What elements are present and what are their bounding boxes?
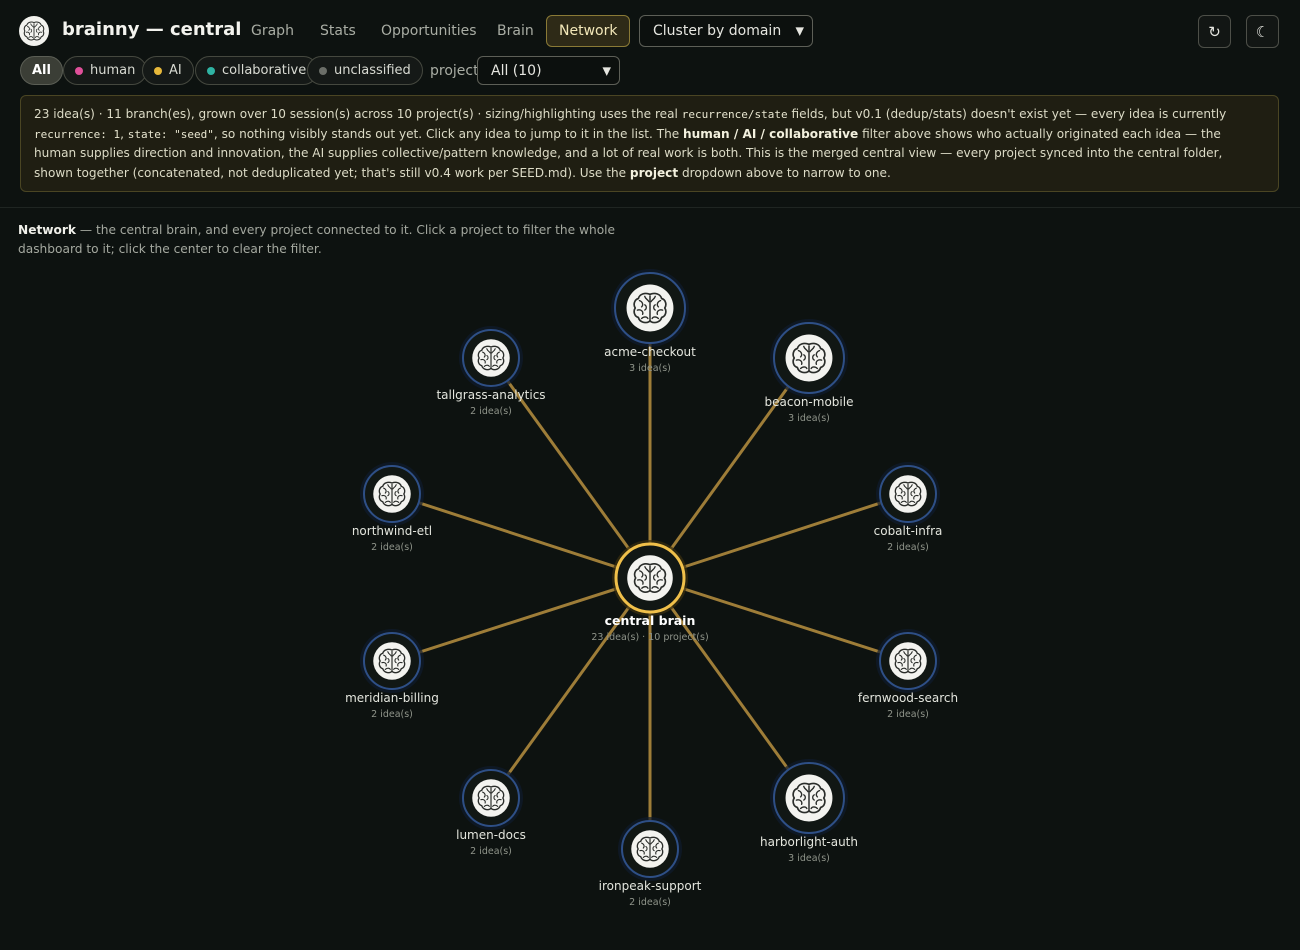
project-node-acme-checkout[interactable]: acme-checkout 3 idea(s) — [604, 269, 696, 374]
project-node-beacon-mobile[interactable]: beacon-mobile 3 idea(s) — [765, 319, 854, 424]
project-node-northwind-etl[interactable]: northwind-etl 2 idea(s) — [352, 462, 432, 553]
network-nodes: acme-checkout 3 idea(s) beacon-mobile 3 ide… — [345, 269, 958, 908]
brain-icon — [477, 785, 505, 811]
project-node-label: meridian-billing — [345, 691, 439, 705]
project-node-tallgrass-analytics[interactable]: tallgrass-analytics 2 idea(s) — [436, 326, 546, 417]
project-node-fernwood-search[interactable]: fernwood-search 2 idea(s) — [858, 629, 958, 720]
brain-icon — [636, 836, 664, 862]
project-node-count: 2 idea(s) — [470, 406, 512, 417]
project-node-count: 2 idea(s) — [371, 542, 413, 553]
brain-icon — [633, 292, 667, 324]
brain-icon — [792, 342, 826, 374]
project-node-count: 2 idea(s) — [371, 709, 413, 720]
brain-icon — [633, 563, 667, 593]
project-node-count: 2 idea(s) — [629, 897, 671, 908]
project-node-count: 3 idea(s) — [788, 413, 830, 424]
project-node-cobalt-infra[interactable]: cobalt-infra 2 idea(s) — [874, 462, 943, 553]
project-node-label: harborlight-auth — [760, 835, 858, 849]
brain-icon — [378, 648, 406, 674]
project-node-label: beacon-mobile — [765, 395, 854, 409]
central-brain-label: central brain — [605, 613, 696, 628]
brain-icon — [894, 648, 922, 674]
brain-icon — [477, 345, 505, 371]
project-node-label: cobalt-infra — [874, 524, 943, 538]
project-node-ironpeak-support[interactable]: ironpeak-support 2 idea(s) — [599, 817, 702, 908]
edge-lumen-docs — [489, 577, 652, 799]
project-node-label: lumen-docs — [456, 828, 526, 842]
project-node-lumen-docs[interactable]: lumen-docs 2 idea(s) — [456, 766, 526, 857]
project-node-label: fernwood-search — [858, 691, 958, 705]
project-node-label: acme-checkout — [604, 345, 696, 359]
project-node-meridian-billing[interactable]: meridian-billing 2 idea(s) — [345, 629, 439, 720]
project-node-harborlight-auth[interactable]: harborlight-auth 3 idea(s) — [760, 759, 858, 864]
central-brain-count: 23 idea(s) · 10 project(s) — [591, 632, 708, 643]
edge-harborlight-auth — [648, 577, 811, 799]
edge-cobalt-infra — [649, 492, 909, 580]
brain-icon — [378, 481, 406, 507]
edge-beacon-mobile — [648, 357, 811, 579]
project-node-count: 2 idea(s) — [887, 542, 929, 553]
project-node-label: northwind-etl — [352, 524, 432, 538]
network-graph: acme-checkout 3 idea(s) beacon-mobile 3 ide… — [345, 269, 958, 908]
project-node-count: 3 idea(s) — [629, 363, 671, 374]
project-node-count: 2 idea(s) — [470, 846, 512, 857]
project-node-label: ironpeak-support — [599, 879, 702, 893]
brain-icon — [894, 481, 922, 507]
project-node-count: 2 idea(s) — [887, 709, 929, 720]
brain-icon — [792, 782, 826, 814]
project-node-label: tallgrass-analytics — [436, 388, 545, 402]
project-node-count: 3 idea(s) — [788, 853, 830, 864]
